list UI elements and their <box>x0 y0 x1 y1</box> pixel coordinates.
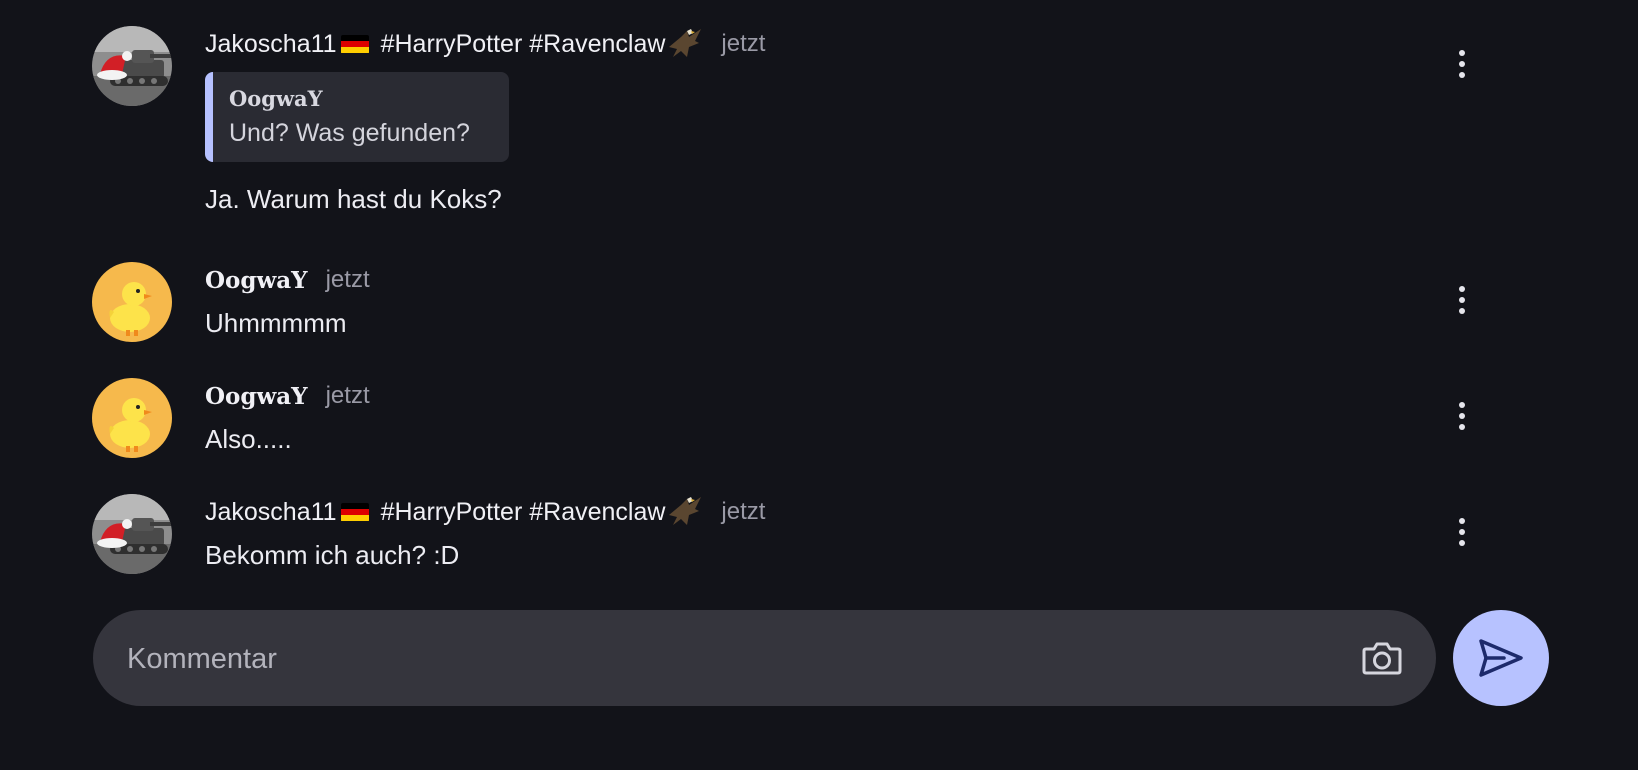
timestamp: jetzt <box>721 498 766 525</box>
dot <box>1459 529 1465 535</box>
comment-content: OogwaY jetzt Uhmmmmm <box>205 262 1405 339</box>
send-button[interactable] <box>1453 610 1549 706</box>
comment-text: Bekomm ich auch? :D <box>205 540 460 570</box>
send-icon <box>1479 639 1523 677</box>
comment-composer <box>93 610 1436 708</box>
comment-item: Jakoscha11 #HarryPotter #Ravenclaw jetzt <box>92 494 1562 584</box>
timestamp: jetzt <box>325 382 370 409</box>
quoted-reply[interactable]: OogwaY Und? Was gefunden? <box>205 72 509 162</box>
quote-author: OogwaY <box>229 86 323 111</box>
comment-content: Jakoscha11 #HarryPotter #Ravenclaw jetzt <box>205 26 1405 215</box>
dot <box>1459 72 1465 78</box>
duck-avatar[interactable] <box>92 378 172 458</box>
dot <box>1459 413 1465 419</box>
flag-stripe-gold <box>340 515 369 522</box>
duck-avatar[interactable] <box>92 262 172 342</box>
camera-icon[interactable] <box>1360 636 1404 680</box>
dot <box>1459 424 1465 430</box>
comment-header: OogwaY jetzt <box>205 262 1405 298</box>
dot <box>1459 50 1465 56</box>
timestamp: jetzt <box>721 30 766 57</box>
comment-header: Jakoscha11 #HarryPotter #Ravenclaw jetzt <box>205 494 1405 530</box>
author-tags: #HarryPotter #Ravenclaw <box>380 29 666 58</box>
comment-header: OogwaY jetzt <box>205 378 1405 414</box>
dot <box>1459 540 1465 546</box>
comment-item: OogwaY jetzt Also..... <box>92 378 1562 468</box>
santa-hat-tank-avatar[interactable] <box>92 494 172 574</box>
comment-content: OogwaY jetzt Also..... <box>205 378 1405 455</box>
more-options-button[interactable] <box>1448 396 1476 436</box>
author-tags: #HarryPotter #Ravenclaw <box>380 497 666 526</box>
german-flag-icon <box>340 34 369 54</box>
dot <box>1459 402 1465 408</box>
more-options-button[interactable] <box>1448 44 1476 84</box>
eagle-icon <box>667 495 703 529</box>
comment-item: Jakoscha11 #HarryPotter #Ravenclaw jetzt <box>92 26 1562 236</box>
author-name[interactable]: Jakoscha11 <box>205 498 337 527</box>
comment-text: Ja. Warum hast du Koks? <box>205 184 502 214</box>
comment-content: Jakoscha11 #HarryPotter #Ravenclaw jetzt <box>205 494 1405 571</box>
quote-text: Und? Was gefunden? <box>229 119 470 147</box>
dot <box>1459 297 1465 303</box>
dot <box>1459 61 1465 67</box>
timestamp: jetzt <box>325 266 370 293</box>
author-name[interactable]: OogwaY <box>205 383 308 410</box>
comment-text: Also..... <box>205 424 292 454</box>
dot <box>1459 308 1465 314</box>
comment-text: Uhmmmmm <box>205 308 347 338</box>
author-name[interactable]: Jakoscha11 <box>205 30 337 59</box>
comment-item: OogwaY jetzt Uhmmmmm <box>92 262 1562 352</box>
flag-stripe-gold <box>340 47 369 54</box>
german-flag-icon <box>340 502 369 522</box>
comment-thread: Jakoscha11 #HarryPotter #Ravenclaw jetzt <box>0 0 1638 770</box>
comment-header: Jakoscha11 #HarryPotter #Ravenclaw jetzt <box>205 26 1405 62</box>
dot <box>1459 286 1465 292</box>
santa-hat-tank-avatar[interactable] <box>92 26 172 106</box>
author-name[interactable]: OogwaY <box>205 267 308 294</box>
comment-input[interactable] <box>125 610 1349 708</box>
more-options-button[interactable] <box>1448 280 1476 320</box>
eagle-icon <box>667 27 703 61</box>
more-options-button[interactable] <box>1448 512 1476 552</box>
dot <box>1459 518 1465 524</box>
